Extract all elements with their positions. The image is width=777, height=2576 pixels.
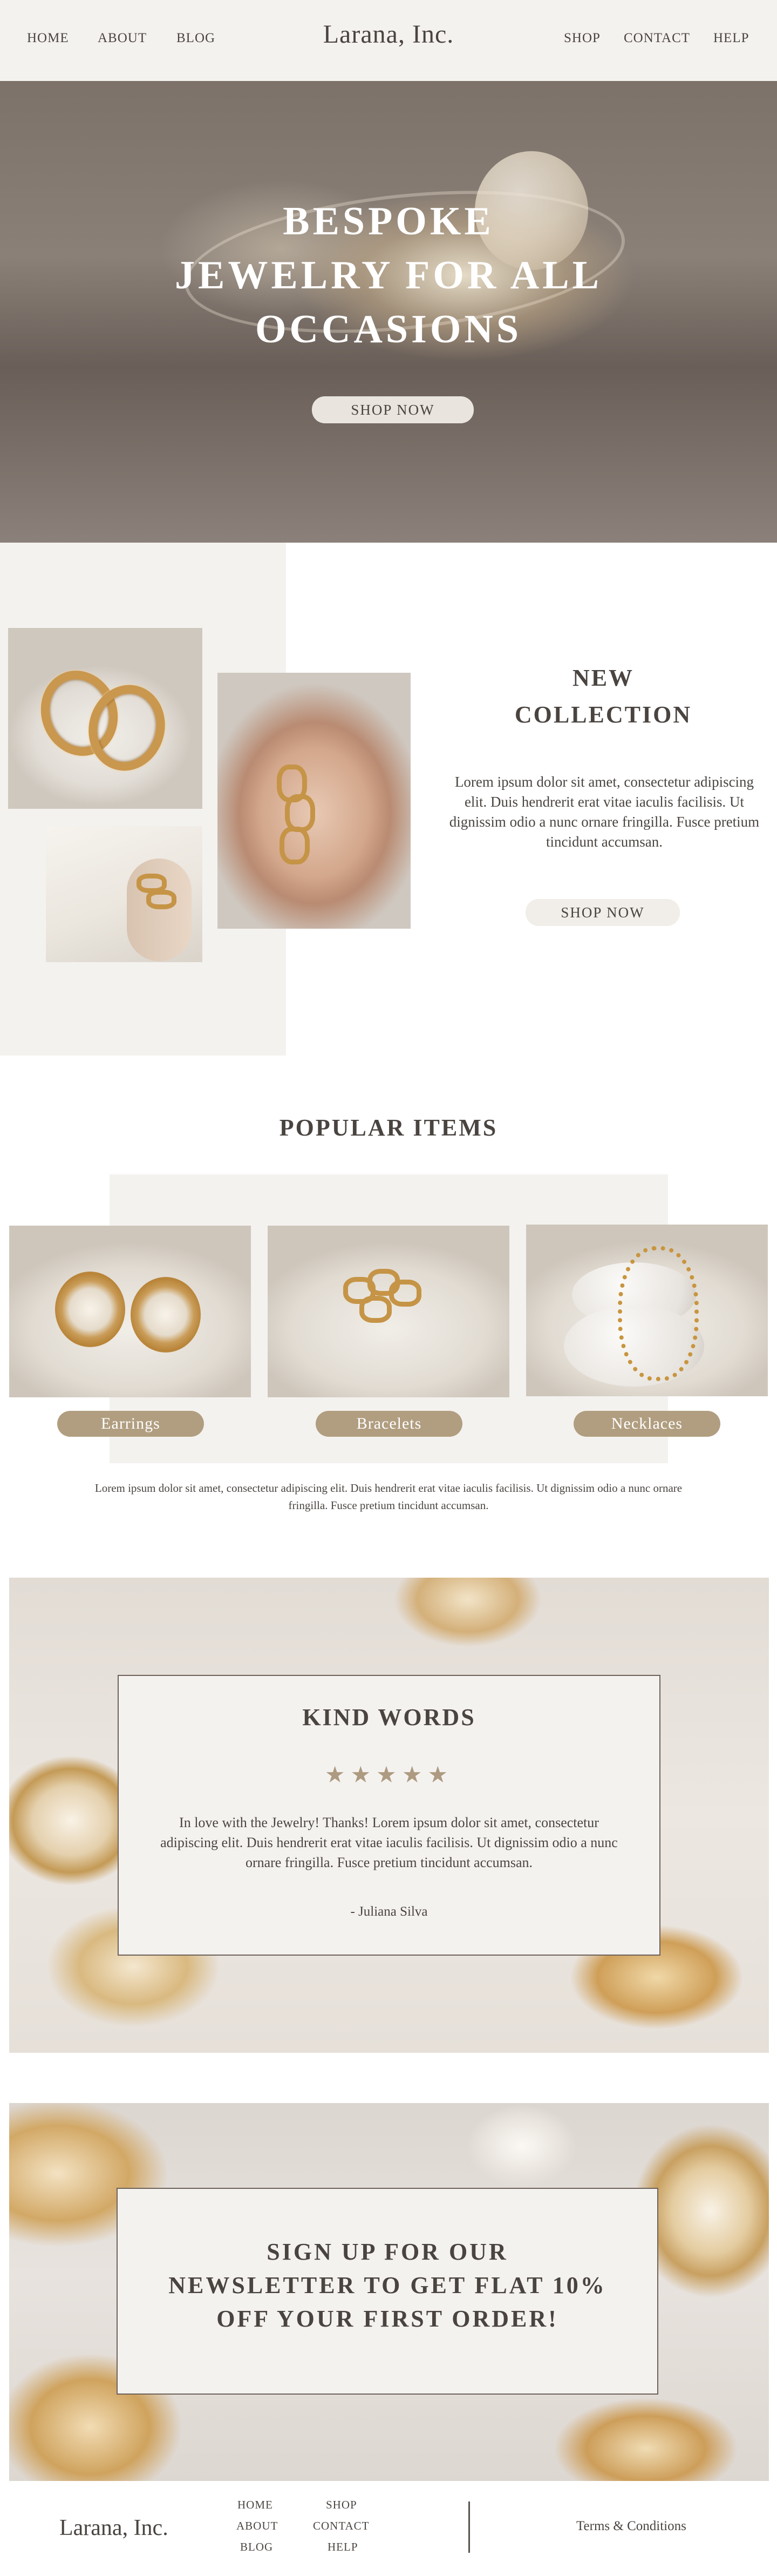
top-nav: HOME ABOUT BLOG Larana, Inc. SHOP CONTAC… xyxy=(0,0,777,81)
popular-items-note: Lorem ipsum dolor sit amet, consectetur … xyxy=(94,1482,683,1512)
chain-earring-photo xyxy=(217,673,411,929)
earrings-label[interactable]: Earrings xyxy=(57,1411,204,1437)
footer-about-link[interactable]: ABOUT xyxy=(236,2519,278,2533)
nav-shop-link[interactable]: SHOP xyxy=(564,31,601,46)
newsletter-title: SIGN UP FOR OUR NEWSLETTER TO GET FLAT 1… xyxy=(168,2239,606,2332)
bracelets-label[interactable]: Bracelets xyxy=(316,1411,462,1437)
nav-contact-link[interactable]: CONTACT xyxy=(624,31,690,46)
footer-contact-link[interactable]: CONTACT xyxy=(313,2519,369,2533)
bracelet-photo xyxy=(46,826,202,962)
hoop-earrings-photo xyxy=(8,628,202,809)
earrings-photo[interactable] xyxy=(9,1226,251,1397)
footer-shop-link[interactable]: SHOP xyxy=(326,2498,357,2512)
footer-help-link[interactable]: HELP xyxy=(328,2540,358,2554)
hero-shop-now-button[interactable]: SHOP NOW xyxy=(312,396,474,423)
new-collection-shop-now-button[interactable]: SHOP NOW xyxy=(526,899,680,926)
footer-home-link[interactable]: HOME xyxy=(237,2498,273,2512)
testimonial-text: In love with the Jewelry! Thanks! Lorem … xyxy=(160,1815,618,1870)
new-collection-text: Lorem ipsum dolor sit amet, consectetur … xyxy=(449,774,760,850)
nav-help-link[interactable]: HELP xyxy=(713,31,749,46)
popular-items-title: POPULAR ITEMS xyxy=(279,1114,498,1141)
footer-blog-link[interactable]: BLOG xyxy=(240,2540,273,2554)
footer-logo[interactable]: Larana, Inc. xyxy=(59,2515,168,2541)
star-rating-icon: ★★★★★ xyxy=(324,1761,454,1788)
bracelets-photo[interactable] xyxy=(268,1226,509,1397)
new-collection-title: NEW COLLECTION xyxy=(514,665,692,728)
hero-title: BESPOKE JEWELRY FOR ALL OCCASIONS xyxy=(175,199,602,351)
necklaces-label[interactable]: Necklaces xyxy=(574,1411,720,1437)
testimonial-author: - Juliana Silva xyxy=(350,1904,428,1919)
necklaces-photo[interactable] xyxy=(526,1225,768,1396)
terms-and-conditions-link[interactable]: Terms & Conditions xyxy=(576,2519,686,2534)
footer-divider xyxy=(468,2501,470,2553)
kind-words-title: KIND WORDS xyxy=(302,1704,476,1730)
